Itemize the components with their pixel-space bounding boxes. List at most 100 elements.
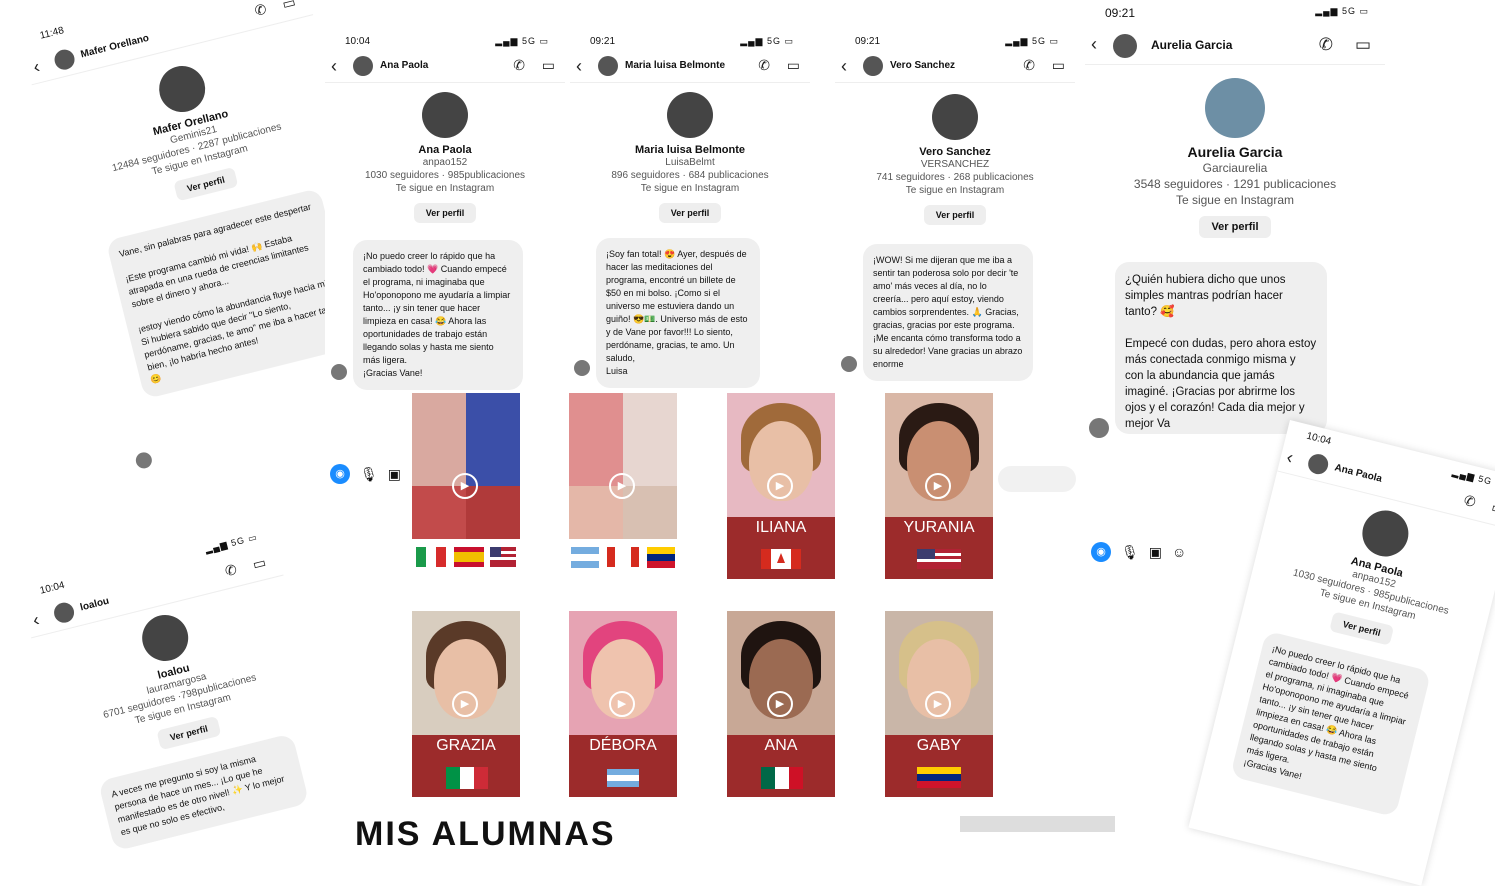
status-bar: 10:04 ▂▄▆ 5G ▭ [325, 36, 565, 50]
play-icon[interactable]: ▶ [609, 473, 635, 499]
phone-icon[interactable]: ✆ [223, 561, 238, 580]
profile-avatar [422, 92, 468, 138]
play-icon[interactable]: ▶ [452, 691, 478, 717]
avatar[interactable] [863, 56, 883, 76]
profile-username: anpao152 [422, 157, 468, 168]
sticker-icon[interactable]: ☺ [1172, 544, 1186, 560]
mic-icon[interactable]: 🎙 [360, 466, 378, 483]
video-icon[interactable]: ▭ [1052, 57, 1065, 74]
header-name[interactable]: loalou [79, 596, 110, 614]
chat-header: ‹ Aurelia Garcia ✆ ▭ [1085, 30, 1385, 65]
profile-block: Ana Paola anpao152 1030 seguidores · 985… [325, 92, 565, 223]
profile-stats: 896 seguidores · 684 publicaciones [611, 170, 769, 181]
header-name[interactable]: Vero Sanchez [890, 60, 955, 71]
profile-stats: 1030 seguidores · 985publicaciones [364, 170, 526, 181]
view-profile-button[interactable]: Ver perfil [658, 203, 722, 223]
flag-icon [416, 547, 516, 567]
view-profile-button[interactable]: Ver perfil [413, 203, 477, 223]
message-bubble: ¡No puedo creer lo rápido que ha cambiad… [1230, 630, 1432, 818]
view-profile-button[interactable]: Ver perfil [1199, 216, 1271, 238]
profile-username: LuisaBelmt [665, 157, 715, 168]
play-icon[interactable]: ▶ [925, 473, 951, 499]
status-time: 09:21 [590, 36, 616, 47]
phone-icon[interactable]: ✆ [1462, 492, 1477, 511]
back-icon[interactable]: ‹ [1284, 447, 1296, 469]
back-icon[interactable]: ‹ [331, 56, 337, 77]
signal-icon: ▂▄▆ 5G ▭ [495, 36, 549, 46]
header-name[interactable]: Ana Paola [1333, 462, 1383, 484]
back-icon[interactable]: ‹ [841, 56, 847, 77]
avatar[interactable] [1113, 34, 1137, 58]
play-icon[interactable]: ▶ [452, 473, 478, 499]
header-name[interactable]: Aurelia Garcia [1151, 38, 1232, 52]
video-icon[interactable]: ▭ [542, 57, 555, 74]
avatar[interactable] [598, 56, 618, 76]
status-time: 09:21 [855, 36, 881, 47]
view-profile-button[interactable]: Ver perfil [1328, 611, 1395, 646]
profile-avatar [154, 61, 211, 117]
chat-card-ana: 10:04 ▂▄▆ 5G ▭ ‹ Ana Paola ✆ ▭ Ana Paola… [325, 30, 565, 390]
header-name[interactable]: Ana Paola [380, 60, 428, 71]
video-tile[interactable]: ▶ ILIANA [727, 393, 835, 579]
video-icon[interactable]: ▭ [1490, 499, 1495, 519]
back-icon[interactable]: ‹ [1091, 34, 1097, 55]
video-tile[interactable]: ▶ [569, 393, 677, 579]
video-tile[interactable]: ▶ GABY [885, 611, 993, 797]
header-name[interactable]: Maria luisa Belmonte [625, 60, 725, 71]
avatar[interactable] [52, 47, 77, 72]
video-tile[interactable]: ▶ DÉBORA [569, 611, 677, 797]
avatar[interactable] [353, 56, 373, 76]
profile-name: Vero Sanchez [919, 146, 991, 158]
camera-icon[interactable]: ◉ [1091, 542, 1111, 562]
back-icon[interactable]: ‹ [576, 56, 582, 77]
profile-username: VERSANCHEZ [920, 159, 990, 170]
phone-icon[interactable]: ✆ [758, 57, 770, 74]
play-icon[interactable]: ▶ [767, 473, 793, 499]
view-profile-button[interactable]: Ver perfil [156, 715, 222, 751]
flag-icon [607, 769, 639, 787]
phone-icon[interactable]: ✆ [253, 1, 268, 20]
header-name[interactable]: Mafer Orellano [80, 33, 151, 61]
avatar[interactable] [1306, 452, 1331, 477]
view-profile-button[interactable]: Ver perfil [923, 205, 987, 225]
video-icon[interactable]: ▭ [787, 57, 800, 74]
profile-follow-note: Te sigue en Instagram [1175, 193, 1295, 207]
profile-avatar [667, 92, 713, 138]
play-icon[interactable]: ▶ [609, 691, 635, 717]
play-icon[interactable]: ▶ [767, 691, 793, 717]
message-bubble: Vane, sin palabras para agradecer este d… [105, 187, 359, 400]
phone-icon[interactable]: ✆ [1023, 57, 1035, 74]
video-tile[interactable]: ▶ ANA [727, 611, 835, 797]
video-tile[interactable]: ▶ GRAZIA [412, 611, 520, 797]
sender-avatar [574, 360, 590, 376]
image-icon[interactable]: ▣ [388, 466, 401, 483]
video-icon[interactable]: ▭ [251, 554, 268, 574]
avatar[interactable] [51, 600, 77, 625]
phone-icon[interactable]: ✆ [1319, 35, 1333, 55]
student-name: YURANIA [903, 519, 975, 536]
chat-card-maria: 09:21 ▂▄▆ 5G ▭ ‹ Maria luisa Belmonte ✆ … [570, 30, 810, 390]
status-bar: 09:21 ▂▄▆ 5G ▭ [570, 36, 810, 50]
chat-card-vero: 09:21 ▂▄▆ 5G ▭ ‹ Vero Sanchez ✆ ▭ Vero S… [835, 30, 1075, 381]
video-icon[interactable]: ▭ [280, 0, 297, 13]
video-tile[interactable]: ▶ [412, 393, 520, 579]
mic-icon[interactable]: 🎙 [1121, 544, 1139, 561]
video-tile[interactable]: ▶ YURANIA [885, 393, 993, 579]
view-profile-button[interactable]: Ver perfil [173, 166, 239, 202]
message-bubble: ¡No puedo creer lo rápido que ha cambiad… [353, 240, 523, 390]
profile-name: Aurelia Garcia [1187, 144, 1283, 160]
image-icon[interactable]: ▣ [1149, 544, 1162, 561]
flag-icon [571, 547, 675, 568]
back-icon[interactable]: ‹ [31, 609, 42, 631]
camera-icon[interactable]: ◉ [330, 464, 350, 484]
play-icon[interactable]: ▶ [925, 691, 951, 717]
flag-icon [917, 767, 961, 788]
status-time: 11:48 [38, 25, 66, 42]
profile-stats: 741 seguidores · 268 publicaciones [876, 172, 1034, 183]
phone-icon[interactable]: ✆ [513, 57, 525, 74]
profile-block: Maria luisa Belmonte LuisaBelmt 896 segu… [570, 92, 810, 223]
profile-username: Garciaurelia [1202, 161, 1268, 175]
back-icon[interactable]: ‹ [31, 56, 42, 78]
video-icon[interactable]: ▭ [1355, 35, 1371, 55]
message-input[interactable] [998, 466, 1076, 492]
